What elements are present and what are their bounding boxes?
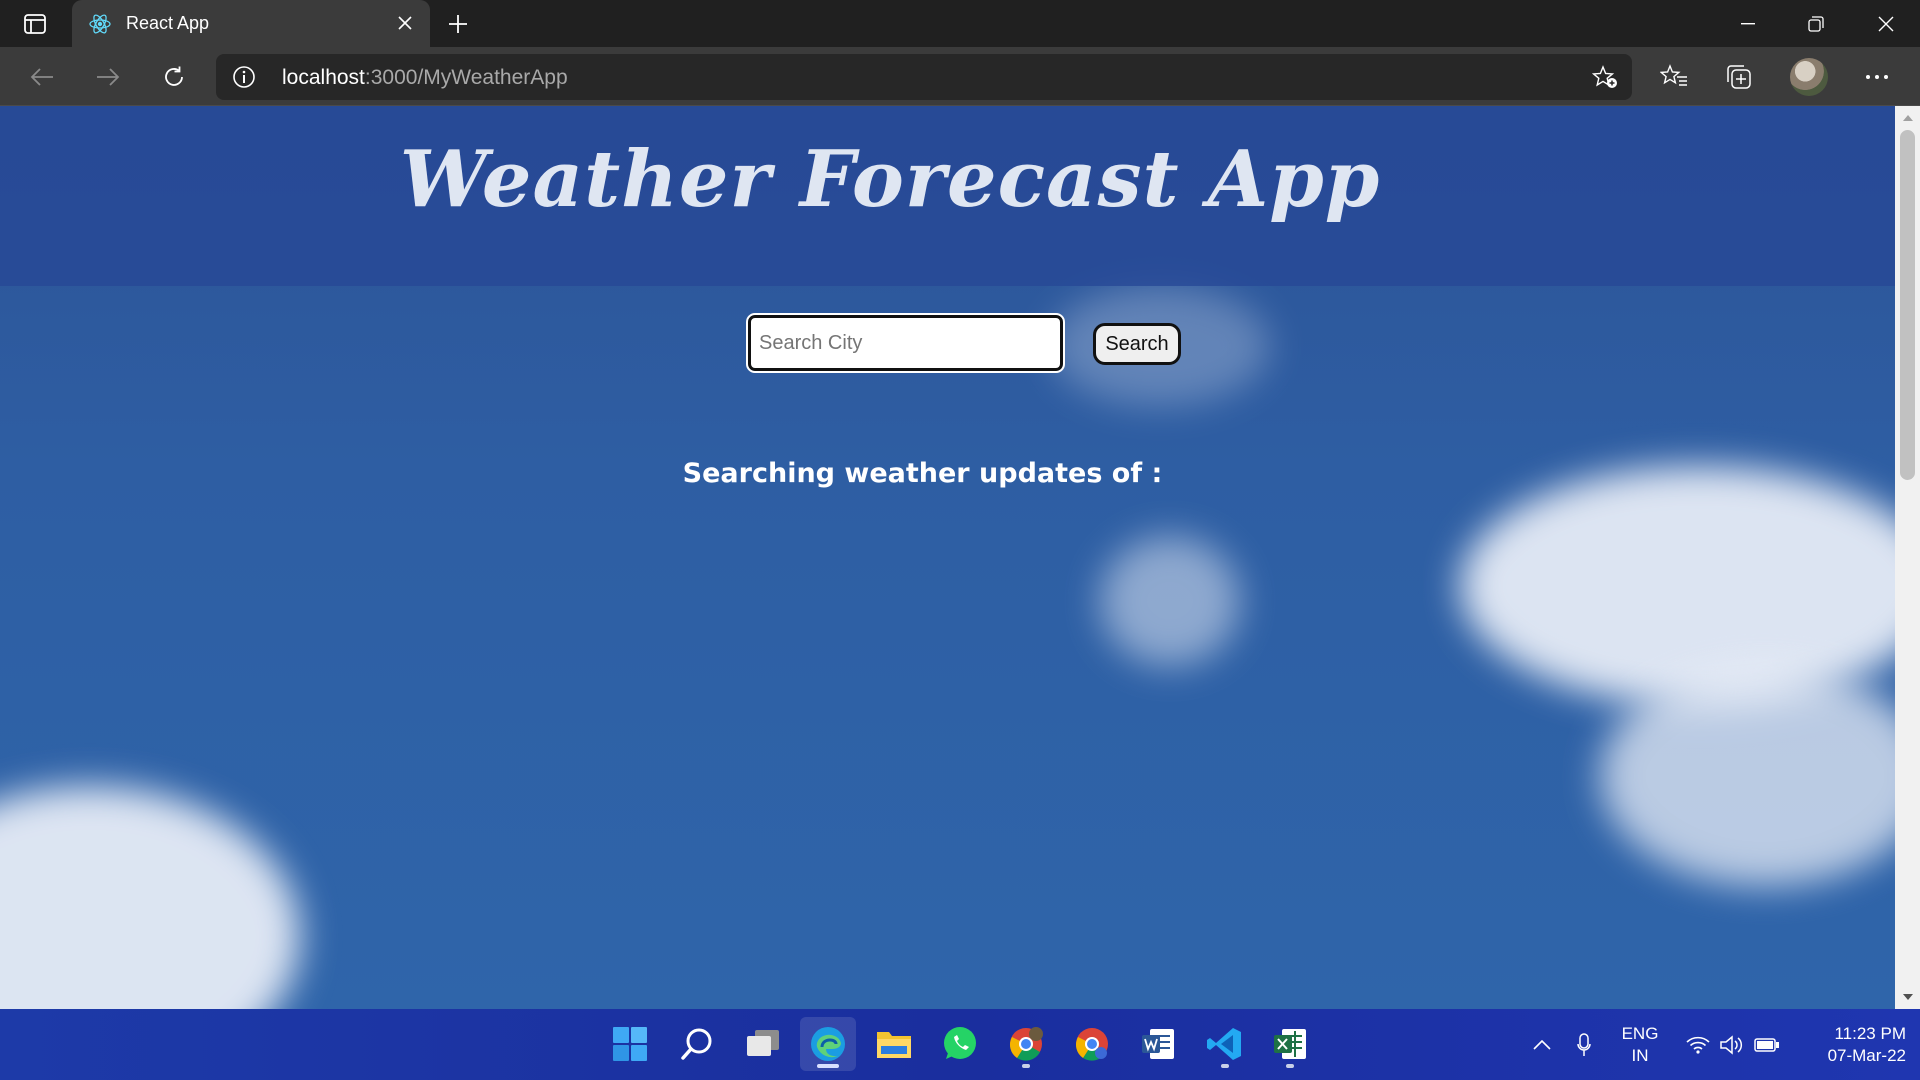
edge-icon[interactable] xyxy=(800,1017,856,1071)
collections-icon[interactable] xyxy=(1722,60,1756,94)
favorites-icon[interactable] xyxy=(1657,60,1691,94)
search-status-text: Searching weather updates of : xyxy=(682,458,1163,489)
language-region: IN xyxy=(1631,1046,1649,1065)
address-bar[interactable]: localhost:3000/MyWeatherApp xyxy=(216,54,1632,100)
add-favorite-icon[interactable] xyxy=(1591,65,1618,89)
scroll-down-arrow-icon[interactable] xyxy=(1895,987,1920,1007)
volume-icon[interactable] xyxy=(1718,1029,1746,1061)
task-view-icon[interactable] xyxy=(735,1017,791,1071)
info-icon[interactable] xyxy=(232,65,256,89)
cloud-shape xyxy=(1100,536,1240,666)
page-scrollbar[interactable] xyxy=(1895,106,1920,1009)
restore-icon[interactable] xyxy=(1788,6,1844,42)
close-window-icon[interactable] xyxy=(1858,6,1914,42)
browser-tab-bar: React App xyxy=(0,0,1920,47)
browser-tab[interactable]: React App xyxy=(72,0,430,47)
search-button[interactable]: Search xyxy=(1093,323,1181,365)
react-icon xyxy=(88,12,112,36)
cloud-shape xyxy=(0,786,300,1009)
cloud-shape xyxy=(1460,466,1895,706)
forward-icon[interactable] xyxy=(90,59,126,95)
running-indicator xyxy=(1286,1064,1294,1068)
windows-taskbar: ENG IN 11:23 PM 07-Mar-22 xyxy=(0,1009,1920,1080)
tab-title: React App xyxy=(126,13,210,33)
wifi-icon[interactable] xyxy=(1684,1029,1712,1061)
word-icon[interactable] xyxy=(1130,1017,1186,1071)
clock-date: 07-Mar-22 xyxy=(1827,1046,1906,1065)
clock-time: 11:23 PM xyxy=(1834,1024,1906,1043)
new-tab-icon[interactable] xyxy=(444,10,472,38)
running-indicator xyxy=(1022,1064,1030,1068)
whatsapp-icon[interactable] xyxy=(932,1017,988,1071)
microphone-icon[interactable] xyxy=(1572,1029,1596,1061)
close-tab-icon[interactable] xyxy=(394,12,416,34)
more-options-icon[interactable] xyxy=(1860,60,1894,94)
battery-icon[interactable] xyxy=(1752,1029,1782,1061)
active-indicator xyxy=(817,1064,839,1068)
url-text: localhost:3000/MyWeatherApp xyxy=(282,66,568,90)
tab-actions-icon[interactable] xyxy=(22,12,48,36)
page-title: Weather Forecast App xyxy=(399,134,1381,225)
input-language-indicator[interactable]: ENG IN xyxy=(1615,1023,1665,1067)
search-city-input[interactable] xyxy=(746,313,1065,373)
back-icon[interactable] xyxy=(24,59,60,95)
excel-icon[interactable] xyxy=(1262,1017,1318,1071)
start-icon[interactable] xyxy=(602,1017,658,1071)
url-path: :3000/MyWeatherApp xyxy=(364,66,568,89)
running-indicator xyxy=(1221,1064,1229,1068)
scroll-up-arrow-icon[interactable] xyxy=(1895,108,1920,128)
language-code: ENG xyxy=(1621,1024,1659,1043)
scroll-thumb[interactable] xyxy=(1900,130,1915,480)
file-explorer-icon[interactable] xyxy=(866,1017,922,1071)
chrome-profile-icon[interactable] xyxy=(998,1017,1054,1071)
vscode-icon[interactable] xyxy=(1197,1017,1253,1071)
browser-toolbar: localhost:3000/MyWeatherApp xyxy=(0,47,1920,106)
minimize-icon[interactable] xyxy=(1720,6,1776,42)
url-host: localhost xyxy=(282,66,365,89)
profile-avatar[interactable] xyxy=(1790,58,1828,96)
show-hidden-icons-chevron-icon[interactable] xyxy=(1530,1029,1554,1061)
page-viewport: Weather Forecast App Search Searching we… xyxy=(0,106,1895,1009)
refresh-icon[interactable] xyxy=(156,59,192,95)
search-icon[interactable] xyxy=(669,1017,725,1071)
chrome-icon[interactable] xyxy=(1064,1017,1120,1071)
system-clock[interactable]: 11:23 PM 07-Mar-22 xyxy=(1796,1023,1906,1067)
